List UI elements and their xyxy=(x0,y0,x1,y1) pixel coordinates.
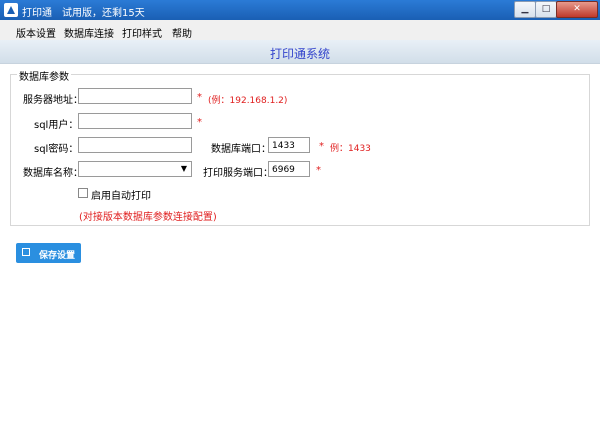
print-port-input[interactable]: 6969 xyxy=(268,161,310,177)
chevron-down-icon: ▼ xyxy=(180,164,187,173)
print-port-label: 打印服务端口： xyxy=(203,168,273,179)
menu-version-settings[interactable]: 版本设置 xyxy=(16,25,56,40)
save-settings-button[interactable]: 保存设置 xyxy=(16,243,81,263)
close-button[interactable]: ✕ xyxy=(556,1,598,18)
db-port-label: 数据库端口： xyxy=(211,144,271,155)
save-button-label: 保存设置 xyxy=(39,251,76,261)
auto-print-label: 启用自动打印 xyxy=(91,191,151,202)
menu-print-style[interactable]: 打印样式 xyxy=(122,25,162,40)
port-hint: 例：1433 xyxy=(330,144,371,154)
sql-password-input[interactable] xyxy=(78,137,192,153)
required-mark: * xyxy=(316,165,321,176)
menu-bar: 版本设置 数据库连接 打印样式 帮助 xyxy=(0,20,600,41)
config-note: (对接版本数据库参数连接配置) xyxy=(79,212,217,223)
header-band: 打印通系统 xyxy=(0,40,600,64)
sql-user-label: sql用户： xyxy=(34,120,79,131)
auto-print-checkbox[interactable] xyxy=(78,188,88,198)
maximize-button[interactable]: □ xyxy=(535,1,557,18)
sql-user-input[interactable] xyxy=(78,113,192,129)
page-title: 打印通系统 xyxy=(269,47,330,61)
server-hint: (例：192.168.1.2) xyxy=(208,96,288,106)
required-mark: * xyxy=(197,92,202,103)
db-port-input[interactable]: 1433 xyxy=(268,137,310,153)
db-name-label: 数据库名称： xyxy=(23,168,83,179)
minimize-button[interactable]: ▁ xyxy=(514,1,536,18)
required-mark: * xyxy=(197,117,202,128)
group-legend: 数据库参数 xyxy=(17,68,71,83)
trial-status: 试用版，还剩15天 xyxy=(62,8,145,19)
server-address-input[interactable] xyxy=(78,88,192,104)
app-icon xyxy=(4,3,18,17)
server-label: 服务器地址： xyxy=(23,95,83,106)
save-icon xyxy=(22,248,30,256)
window-title: 打印通 xyxy=(22,8,52,19)
menu-help[interactable]: 帮助 xyxy=(172,25,192,40)
menu-database-connection[interactable]: 数据库连接 xyxy=(64,25,114,40)
required-mark: * xyxy=(319,141,324,152)
sql-password-label: sql密码： xyxy=(34,144,79,155)
title-bar: 打印通 试用版，还剩15天 ▁ □ ✕ xyxy=(0,0,600,20)
db-name-select[interactable]: ▼ xyxy=(78,161,192,177)
